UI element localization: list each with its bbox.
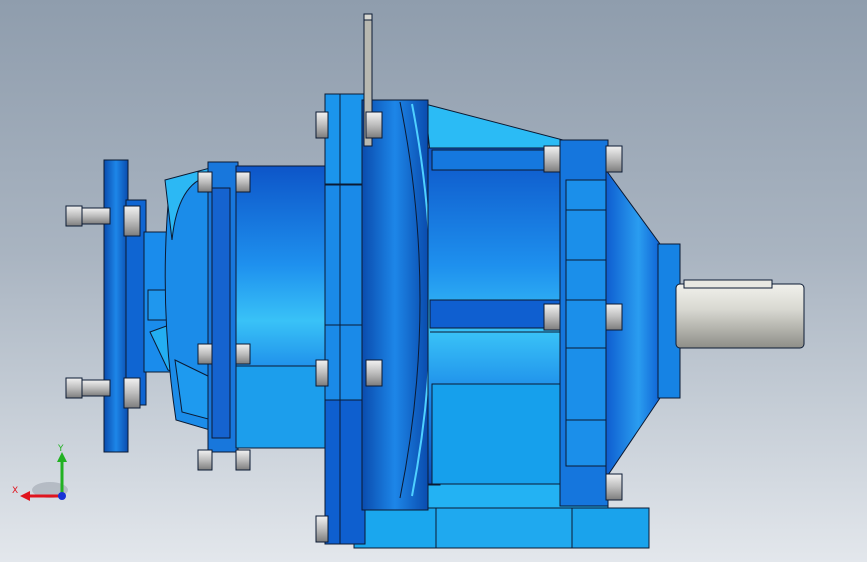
gear-reducer-model[interactable] bbox=[0, 0, 867, 562]
intermediate-housing bbox=[207, 161, 329, 453]
y-axis-label: Y bbox=[57, 444, 64, 454]
x-axis-arrow bbox=[20, 491, 30, 501]
main-flange bbox=[324, 93, 432, 545]
output-shaft bbox=[675, 279, 805, 349]
input-flange-assembly bbox=[103, 159, 213, 453]
x-axis-label: X bbox=[12, 486, 18, 496]
graphics-viewport[interactable]: Y X bbox=[0, 0, 867, 562]
z-axis-dot bbox=[58, 492, 66, 500]
coordinate-triad: Y X bbox=[12, 444, 68, 501]
